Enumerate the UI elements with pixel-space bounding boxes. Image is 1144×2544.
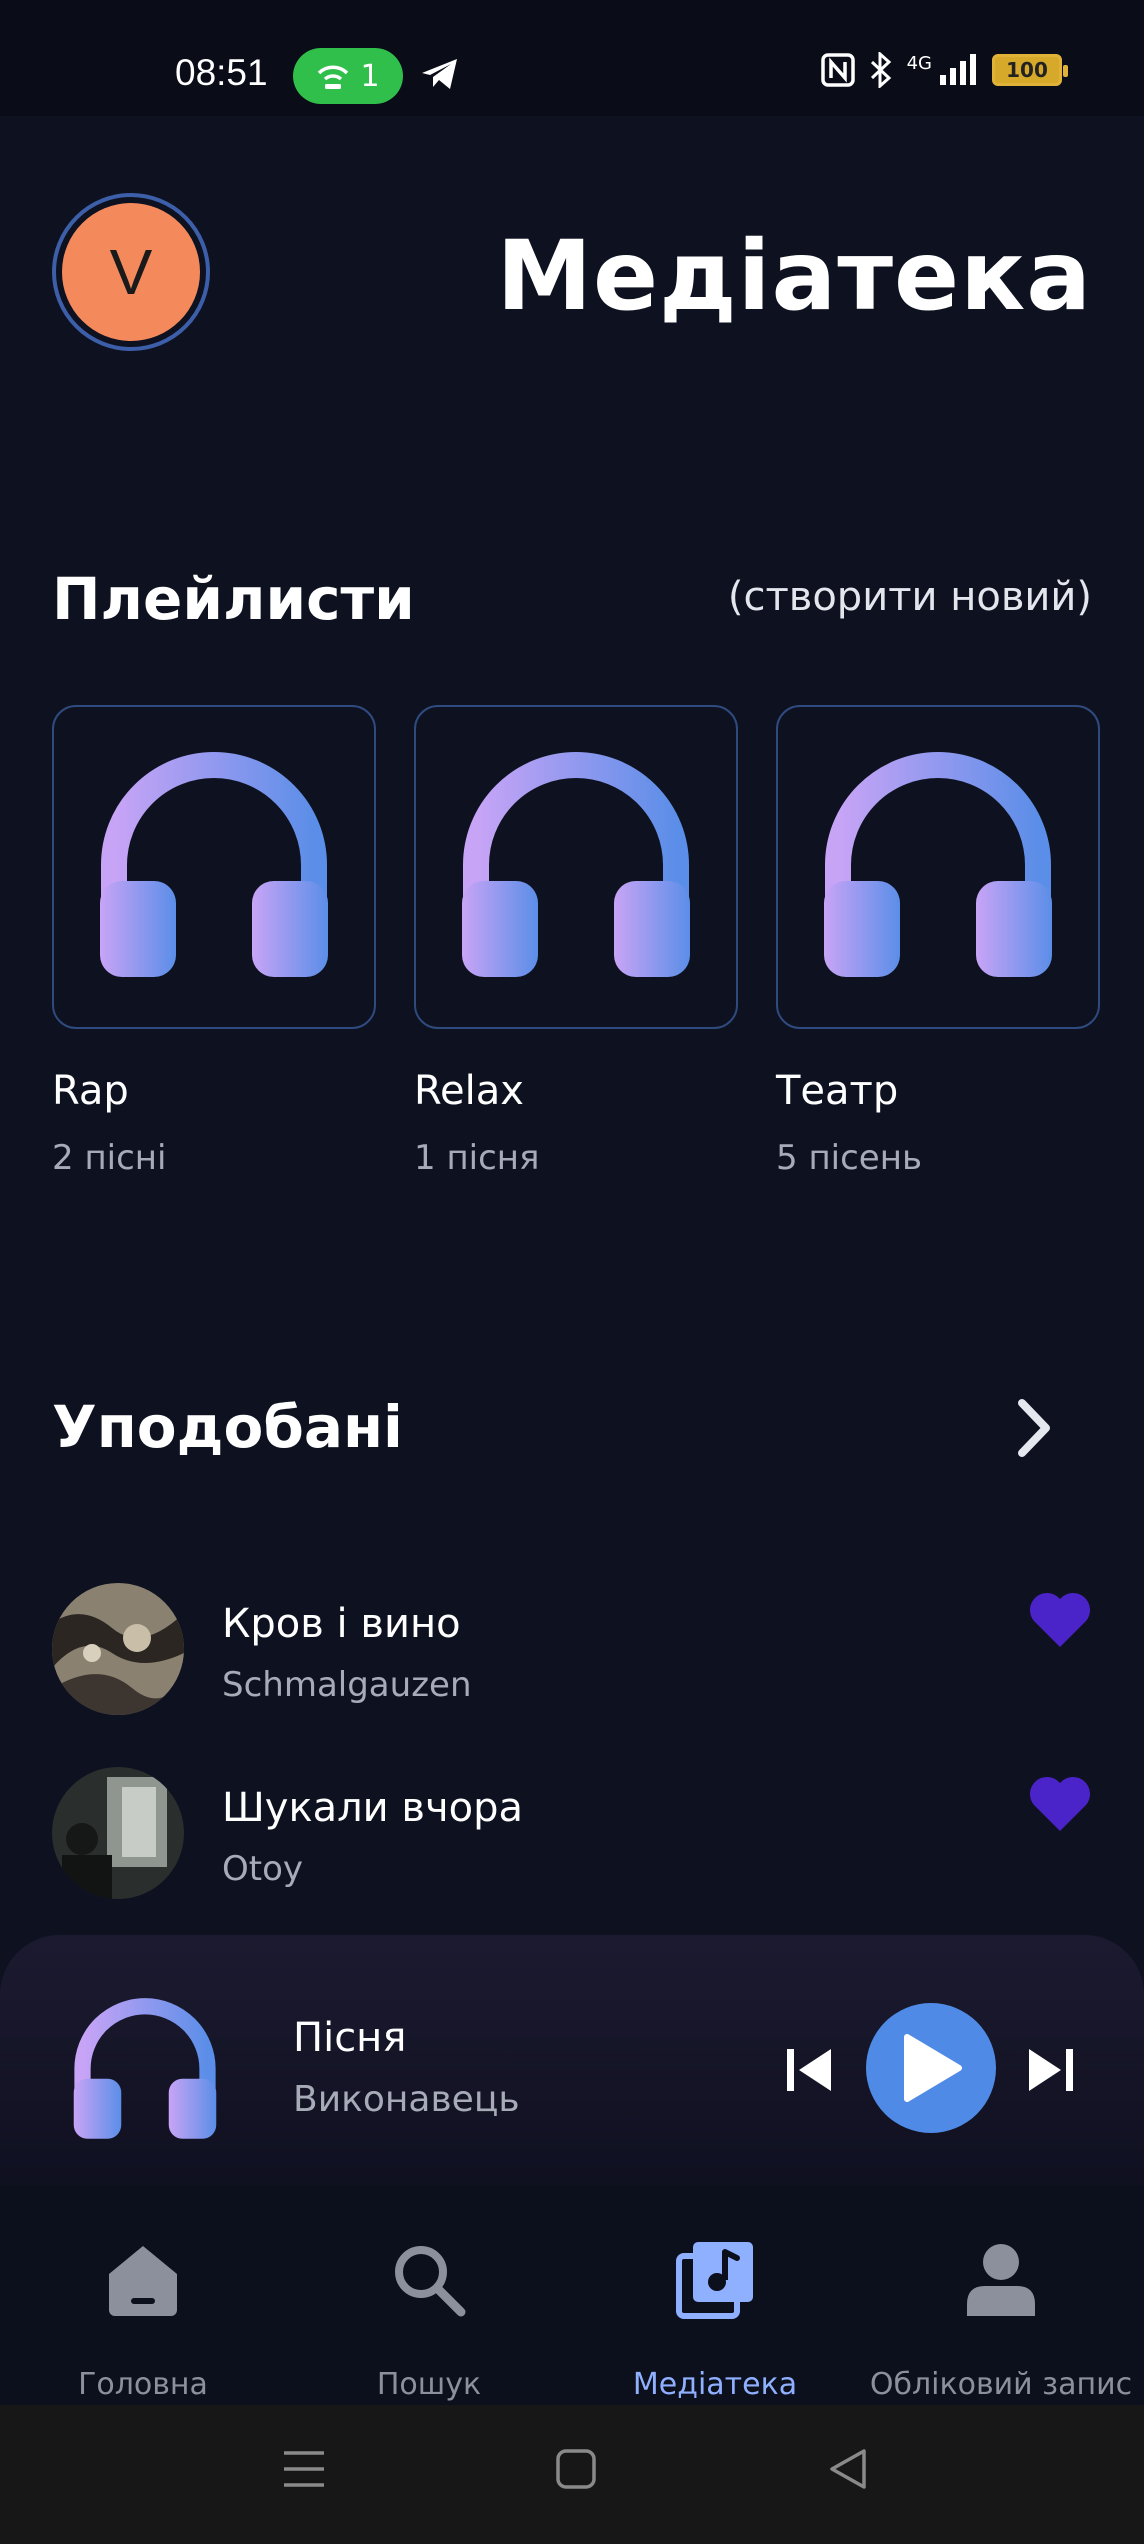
- previous-icon[interactable]: [785, 2045, 835, 2095]
- play-button[interactable]: [866, 2003, 996, 2133]
- battery-icon: 100: [992, 54, 1068, 86]
- menu-icon[interactable]: [282, 2447, 326, 2491]
- avatar-letter: V: [62, 203, 200, 341]
- favorites-title: Уподобані: [52, 1393, 403, 1461]
- player-song-title: Пісня: [293, 2015, 407, 2061]
- headphones-icon: [456, 747, 696, 987]
- playlist-count: 5 пісень: [776, 1138, 922, 1178]
- song-artist: Otoy: [222, 1849, 304, 1889]
- nav-item-library[interactable]: Медіатека: [572, 2185, 858, 2405]
- account-icon: [967, 2244, 1035, 2316]
- nav-item-account[interactable]: Обліковий запис: [858, 2185, 1144, 2405]
- signal-icon: [940, 54, 976, 85]
- status-time: 08:51: [175, 52, 268, 93]
- nav-label: Головна: [78, 2367, 208, 2402]
- playlist-card-theatre[interactable]: [776, 705, 1100, 1029]
- chevron-right-icon[interactable]: [1010, 1395, 1060, 1461]
- headphones-icon: [818, 747, 1058, 987]
- search-icon: [395, 2246, 466, 2317]
- bluetooth-icon: [870, 52, 891, 88]
- nav-item-home[interactable]: Головна: [0, 2185, 286, 2405]
- create-playlist-button[interactable]: (створити новий): [728, 574, 1092, 620]
- player-artist: Виконавець: [293, 2079, 520, 2120]
- heart-icon[interactable]: [1028, 1775, 1092, 1833]
- song-title: Кров і вино: [222, 1601, 461, 1647]
- avatar[interactable]: V: [52, 193, 210, 351]
- list-item[interactable]: Шукали вчора Otoy: [52, 1767, 1092, 1907]
- wifi-icon: [318, 65, 349, 89]
- playlists-title: Плейлисти: [52, 565, 415, 633]
- nav-label: Обліковий запис: [869, 2367, 1133, 2402]
- home-square-icon[interactable]: [554, 2447, 598, 2491]
- nav-label: Пошук: [376, 2367, 482, 2402]
- nav-item-search[interactable]: Пошук: [286, 2185, 572, 2405]
- playlist-card-relax[interactable]: [414, 705, 738, 1029]
- status-bar: 08:51 1 4G 100: [0, 0, 1144, 116]
- telegram-icon: [422, 59, 457, 89]
- hotspot-count: 1: [360, 58, 380, 94]
- bottom-nav: Головна Пошук Медіатека Обліковий запис: [0, 2185, 1144, 2405]
- heart-icon[interactable]: [1028, 1591, 1092, 1649]
- page-title: Медіатека: [496, 220, 1092, 332]
- system-nav-bar: [0, 2405, 1144, 2544]
- playlist-name: Театр: [776, 1068, 899, 1114]
- song-title: Шукали вчора: [222, 1785, 523, 1831]
- headphones-icon: [94, 747, 334, 987]
- nav-label: Медіатека: [632, 2367, 798, 2402]
- hotspot-badge: 1: [293, 48, 403, 104]
- back-icon[interactable]: [826, 2447, 870, 2491]
- mini-player[interactable]: Пісня Виконавець: [0, 1935, 1144, 2185]
- play-icon: [904, 2034, 962, 2102]
- song-artist: Schmalgauzen: [222, 1665, 472, 1705]
- playlist-count: 1 пісня: [414, 1138, 540, 1178]
- headphones-icon: [70, 1995, 220, 2145]
- playlist-name: Relax: [414, 1068, 524, 1114]
- playlist-count: 2 пісні: [52, 1138, 167, 1178]
- library-icon: [676, 2242, 753, 2319]
- playlist-card-rap[interactable]: [52, 705, 376, 1029]
- list-item[interactable]: Кров і вино Schmalgauzen: [52, 1583, 1092, 1723]
- next-icon[interactable]: [1025, 2045, 1075, 2095]
- album-art: [52, 1583, 184, 1715]
- battery-level: 100: [1006, 58, 1048, 82]
- home-icon: [109, 2246, 177, 2316]
- network-type: 4G: [906, 52, 932, 74]
- album-art: [52, 1767, 184, 1899]
- nfc-icon: [820, 53, 855, 87]
- playlist-name: Rap: [52, 1068, 129, 1114]
